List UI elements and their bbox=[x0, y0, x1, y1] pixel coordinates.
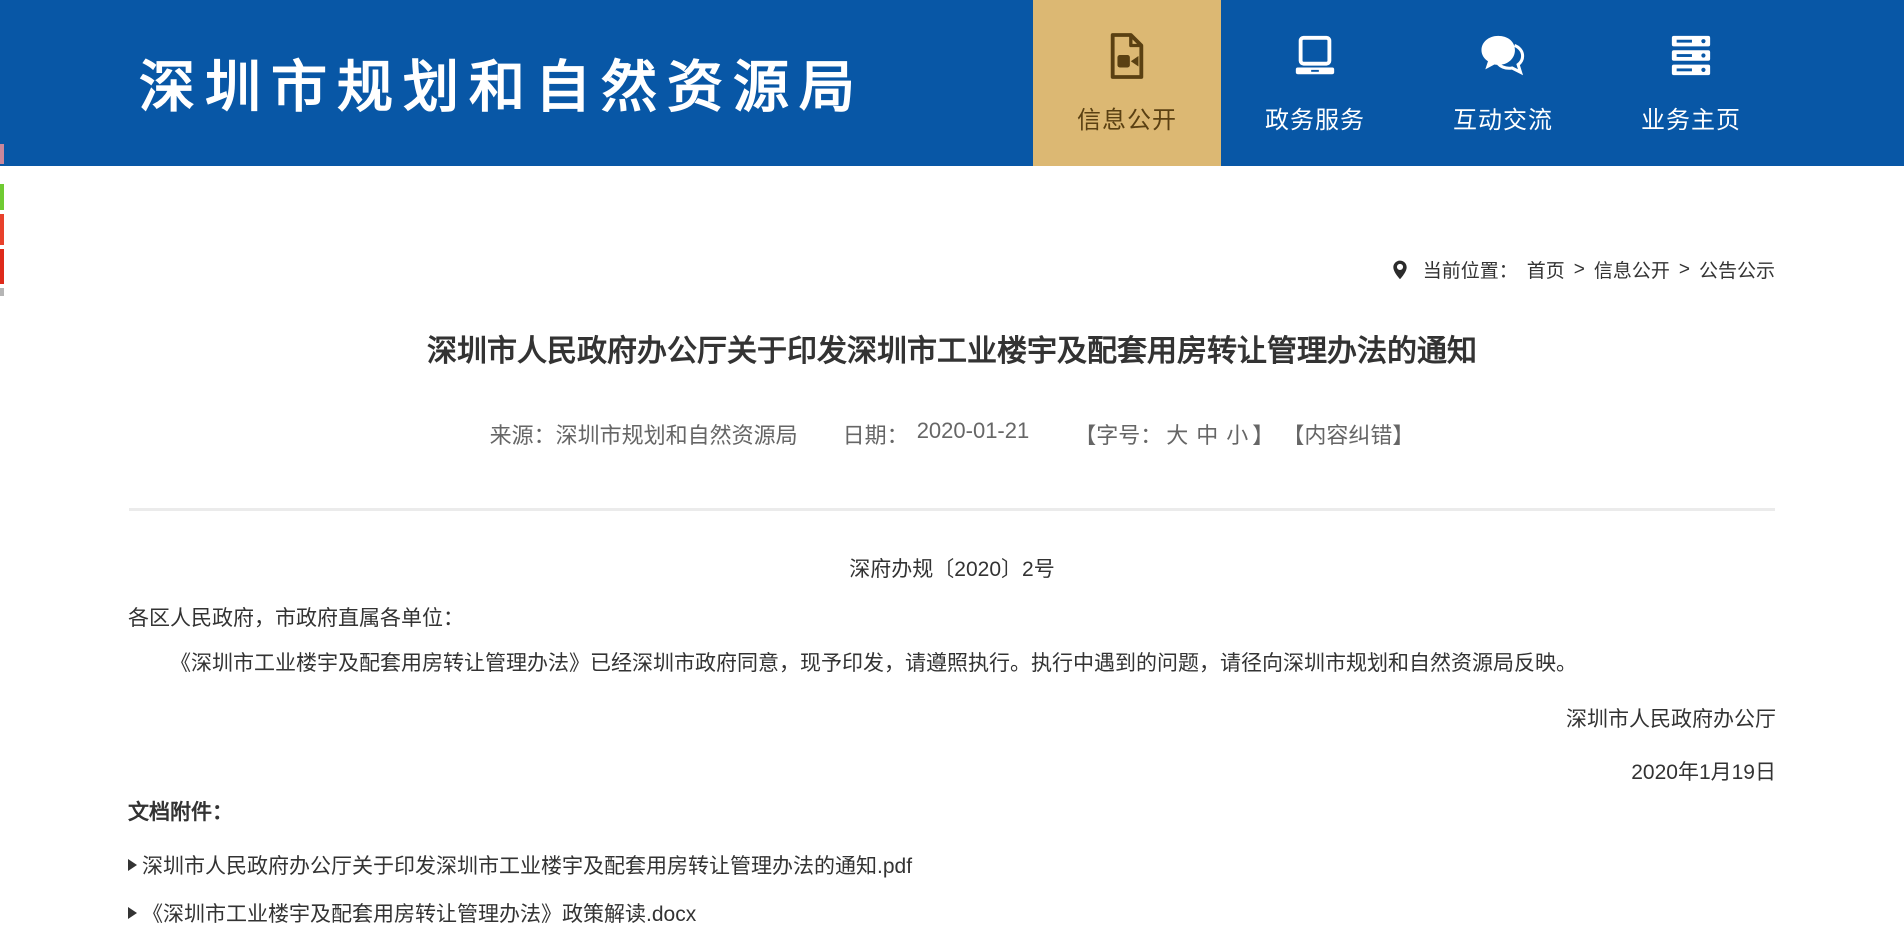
breadcrumb-home[interactable]: 首页 bbox=[1527, 256, 1565, 283]
site-header: 深圳市规划和自然资源局 信息公开 bbox=[0, 0, 1904, 166]
signature-date: 2020年1月19日 bbox=[1631, 756, 1776, 786]
article-meta: 来源：深圳市规划和自然资源局 日期： 2020-01-21 【字号： 大 中 小… bbox=[0, 418, 1904, 450]
tab-business-home[interactable]: 业务主页 bbox=[1597, 0, 1785, 166]
article-title: 深圳市人民政府办公厅关于印发深圳市工业楼宇及配套用房转让管理办法的通知 bbox=[0, 326, 1904, 370]
triangle-bullet-icon bbox=[128, 907, 137, 919]
salutation: 各区人民政府，市政府直属各单位： bbox=[128, 602, 464, 632]
top-nav: 信息公开 政务服务 bbox=[1033, 0, 1785, 166]
tab-info-disclosure[interactable]: 信息公开 bbox=[1033, 0, 1221, 166]
tab-label: 信息公开 bbox=[1077, 100, 1177, 135]
body-paragraph: 《深圳市工业楼宇及配套用房转让管理办法》已经深圳市政府同意，现予印发，请遵照执行… bbox=[128, 648, 1776, 681]
fontsize-small-button[interactable]: 小 bbox=[1226, 418, 1248, 450]
breadcrumb-announcements[interactable]: 公告公示 bbox=[1699, 256, 1775, 283]
meta-date-value: 2020-01-21 bbox=[917, 418, 1030, 450]
doc-number: 深府办规〔2020〕2号 bbox=[0, 553, 1904, 583]
signature-org: 深圳市人民政府办公厅 bbox=[1566, 703, 1776, 733]
breadcrumb-label: 当前位置： bbox=[1423, 256, 1518, 283]
left-edge-sliver bbox=[0, 288, 4, 296]
font-size-control: 【字号： 大 中 小 】 bbox=[1074, 418, 1274, 450]
left-edge-sliver bbox=[0, 144, 4, 164]
meta-date: 日期： 2020-01-21 bbox=[843, 418, 1030, 450]
tab-label: 互动交流 bbox=[1453, 100, 1553, 135]
attachment-text-pdf[interactable]: 深圳市人民政府办公厅关于印发深圳市工业楼宇及配套用房转让管理办法的通知.pdf bbox=[142, 850, 912, 880]
breadcrumb-info-disclosure[interactable]: 信息公开 bbox=[1594, 256, 1670, 283]
fontsize-large-button[interactable]: 大 bbox=[1166, 418, 1188, 450]
page: 深圳市规划和自然资源局 信息公开 bbox=[0, 0, 1904, 932]
left-edge-sliver bbox=[0, 184, 4, 210]
breadcrumb: 当前位置： 首页 > 信息公开 > 公告公示 bbox=[1392, 256, 1775, 283]
triangle-bullet-icon bbox=[128, 859, 137, 871]
left-edge-sliver bbox=[0, 214, 4, 245]
tab-interaction[interactable]: 互动交流 bbox=[1409, 0, 1597, 166]
fontsize-prefix: 【字号： bbox=[1074, 418, 1162, 450]
chat-bubbles-icon bbox=[1479, 30, 1527, 82]
document-video-icon bbox=[1106, 30, 1148, 82]
fontsize-suffix: 】 bbox=[1252, 418, 1274, 450]
site-title: 深圳市规划和自然资源局 bbox=[139, 43, 865, 124]
left-edge-sliver bbox=[0, 249, 4, 284]
attachment-link-docx[interactable]: 《深圳市工业楼宇及配套用房转让管理办法》政策解读.docx bbox=[128, 898, 696, 928]
divider bbox=[129, 508, 1775, 511]
breadcrumb-separator: > bbox=[1679, 259, 1690, 281]
meta-date-label: 日期： bbox=[843, 418, 909, 450]
attachment-link-pdf[interactable]: 深圳市人民政府办公厅关于印发深圳市工业楼宇及配套用房转让管理办法的通知.pdf bbox=[128, 850, 912, 880]
tab-label: 业务主页 bbox=[1641, 100, 1741, 135]
location-pin-icon bbox=[1392, 259, 1408, 281]
meta-source: 来源：深圳市规划和自然资源局 bbox=[490, 418, 798, 450]
attachment-text-docx[interactable]: 《深圳市工业楼宇及配套用房转让管理办法》政策解读.docx bbox=[142, 898, 696, 928]
breadcrumb-separator: > bbox=[1574, 259, 1585, 281]
attachments-label: 文档附件： bbox=[128, 796, 233, 826]
tab-government-services[interactable]: 政务服务 bbox=[1221, 0, 1409, 166]
fontsize-medium-button[interactable]: 中 bbox=[1196, 418, 1218, 450]
tab-label: 政务服务 bbox=[1265, 100, 1365, 135]
device-icon bbox=[1292, 30, 1338, 82]
content-correction-button[interactable]: 【内容纠错】 bbox=[1282, 418, 1414, 450]
server-stack-icon bbox=[1668, 30, 1714, 82]
